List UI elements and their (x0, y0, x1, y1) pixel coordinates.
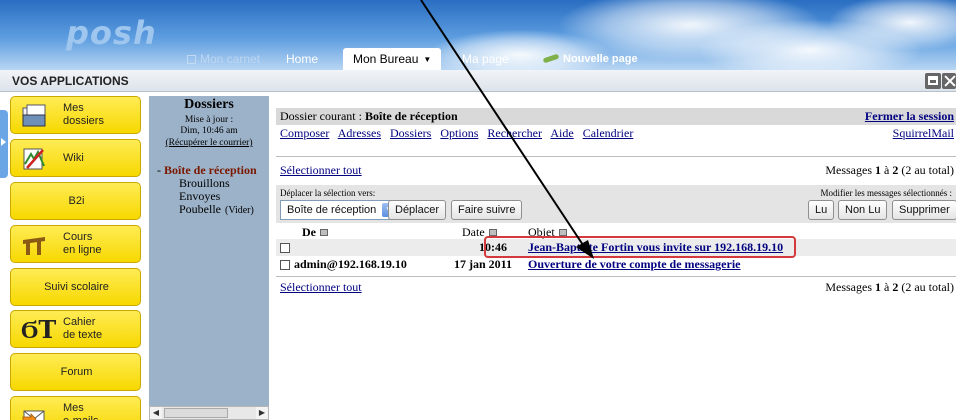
menu-addresses[interactable]: Adresses (338, 126, 381, 140)
annotation-highlight-box (484, 236, 796, 258)
message-date: 17 jan 2011 (454, 257, 513, 271)
mark-read-button[interactable]: Lu (808, 200, 835, 220)
message-actions: Déplacer la sélection vers: Modifier les… (276, 185, 956, 223)
sort-icon[interactable] (488, 229, 497, 236)
mark-unread-button[interactable]: Non Lu (838, 200, 888, 220)
header-banner: posh Mon carnet Home Mon Bureau ▼ Ma page… (0, 0, 956, 70)
sort-icon[interactable] (320, 229, 328, 236)
top-nav: Mon carnet Home Mon Bureau ▼ Ma page Nouv… (0, 48, 956, 70)
menu-calendar[interactable]: Calendrier (583, 126, 634, 140)
folder-list: - Boîte de réception Brouillons Envoyes … (157, 164, 257, 217)
modify-selection-label: Modifier les messages sélectionnés : (820, 188, 952, 198)
app-suivi-scolaire[interactable]: Suivi scolaire (10, 268, 141, 306)
notebook-icon (187, 55, 196, 64)
current-folder-name: Boîte de réception (364, 109, 458, 123)
scroll-right-icon[interactable]: ▶ (256, 407, 268, 419)
move-target-select[interactable]: Boîte de réception (280, 200, 400, 220)
pen-icon (542, 53, 560, 64)
nav-mon-carnet[interactable]: Mon carnet (187, 48, 260, 70)
dropdown-arrow-icon[interactable]: ▼ (423, 55, 431, 64)
app-forum[interactable]: Forum (10, 353, 141, 391)
email-icon (22, 410, 45, 420)
horizontal-scrollbar[interactable]: ◀ ▶ (149, 406, 269, 420)
app-mes-dossiers[interactable]: Mes dossiers (10, 96, 141, 134)
message-subject-link[interactable]: Ouverture de votre compte de messagerie (528, 256, 741, 273)
mail-menu: Composer Adresses Dossiers Options Reche… (280, 126, 956, 141)
message-count-bottom: Messages 1 à 2 (2 au total) (825, 280, 954, 294)
folder-icon (22, 104, 46, 127)
select-all-bottom[interactable]: Sélectionner tout (280, 280, 362, 295)
folder-trash[interactable]: Poubelle (Vider) (157, 203, 257, 217)
scroll-left-icon[interactable]: ◀ (150, 407, 162, 419)
folders-panel: Dossiers Mise à jour : Dim, 10:46 am (Ré… (149, 96, 269, 420)
nav-mon-bureau-tab[interactable]: Mon Bureau ▼ (343, 48, 442, 70)
minimize-icon[interactable] (925, 73, 941, 89)
column-from[interactable]: De (302, 225, 328, 239)
textbook-icon: ϬT (21, 315, 57, 344)
app-cahier-de-texte[interactable]: ϬT Cahier de texte (10, 310, 141, 348)
current-folder-bar: Dossier courant : Boîte de réception Fer… (276, 108, 956, 125)
posh-logo[interactable]: posh (66, 14, 157, 52)
nav-ma-page[interactable]: Ma page (462, 48, 509, 70)
message-count-top: Messages 1 à 2 (2 au total) (825, 163, 954, 177)
mail-pane: Dossier courant : Boîte de réception Fer… (276, 96, 956, 420)
nav-home[interactable]: Home (286, 48, 318, 70)
empty-trash-link[interactable]: (Vider) (225, 205, 254, 216)
close-icon[interactable] (942, 73, 956, 89)
message-checkbox[interactable] (280, 260, 290, 270)
app-mes-emails[interactable]: Mese-mails (10, 396, 141, 420)
update-label: Mise à jour : (184, 115, 234, 125)
folders-title: Dossiers (184, 97, 234, 112)
menu-search[interactable]: Rechercher (487, 126, 542, 140)
menu-options[interactable]: Options (440, 126, 478, 140)
delete-button[interactable]: Supprimer (892, 200, 956, 220)
forward-button[interactable]: Faire suivre (451, 200, 523, 220)
table-row[interactable]: admin@192.168.19.10 17 jan 2011 Ouvertur… (276, 256, 956, 273)
applications-title: VOS APPLICATIONS (12, 74, 129, 88)
update-time: Dim, 10:46 am (180, 126, 238, 136)
menu-folders[interactable]: Dossiers (390, 126, 431, 140)
message-from: admin@192.168.19.10 (294, 257, 407, 271)
fetch-mail-link[interactable]: (Récupérer le courrier) (149, 138, 269, 148)
wiki-icon (23, 148, 45, 170)
nav-nouvelle-page[interactable]: Nouvelle page (542, 48, 638, 70)
move-button[interactable]: Déplacer (388, 200, 447, 220)
scrollbar-thumb[interactable] (164, 408, 228, 418)
app-cours-en-ligne[interactable]: Cours en ligne (10, 225, 141, 263)
cloud-decoration (830, 0, 956, 50)
divider (276, 156, 956, 157)
menu-compose[interactable]: Composer (280, 126, 329, 140)
logout-link[interactable]: Fermer la session (865, 108, 954, 125)
expand-panel-tab[interactable] (0, 110, 8, 178)
applications-bar: VOS APPLICATIONS (0, 70, 956, 92)
divider (276, 276, 956, 277)
sort-icon[interactable] (558, 229, 567, 236)
menu-help[interactable]: Aide (550, 126, 573, 140)
message-checkbox[interactable] (280, 243, 290, 253)
app-wiki[interactable]: Wiki (10, 139, 141, 177)
app-b2i[interactable]: B2i (10, 182, 141, 220)
courses-icon (23, 237, 45, 255)
squirrelmail-link[interactable]: SquirrelMail (893, 126, 954, 141)
select-all-top[interactable]: Sélectionner tout (280, 163, 362, 178)
move-selection-label: Déplacer la sélection vers: (280, 188, 376, 198)
